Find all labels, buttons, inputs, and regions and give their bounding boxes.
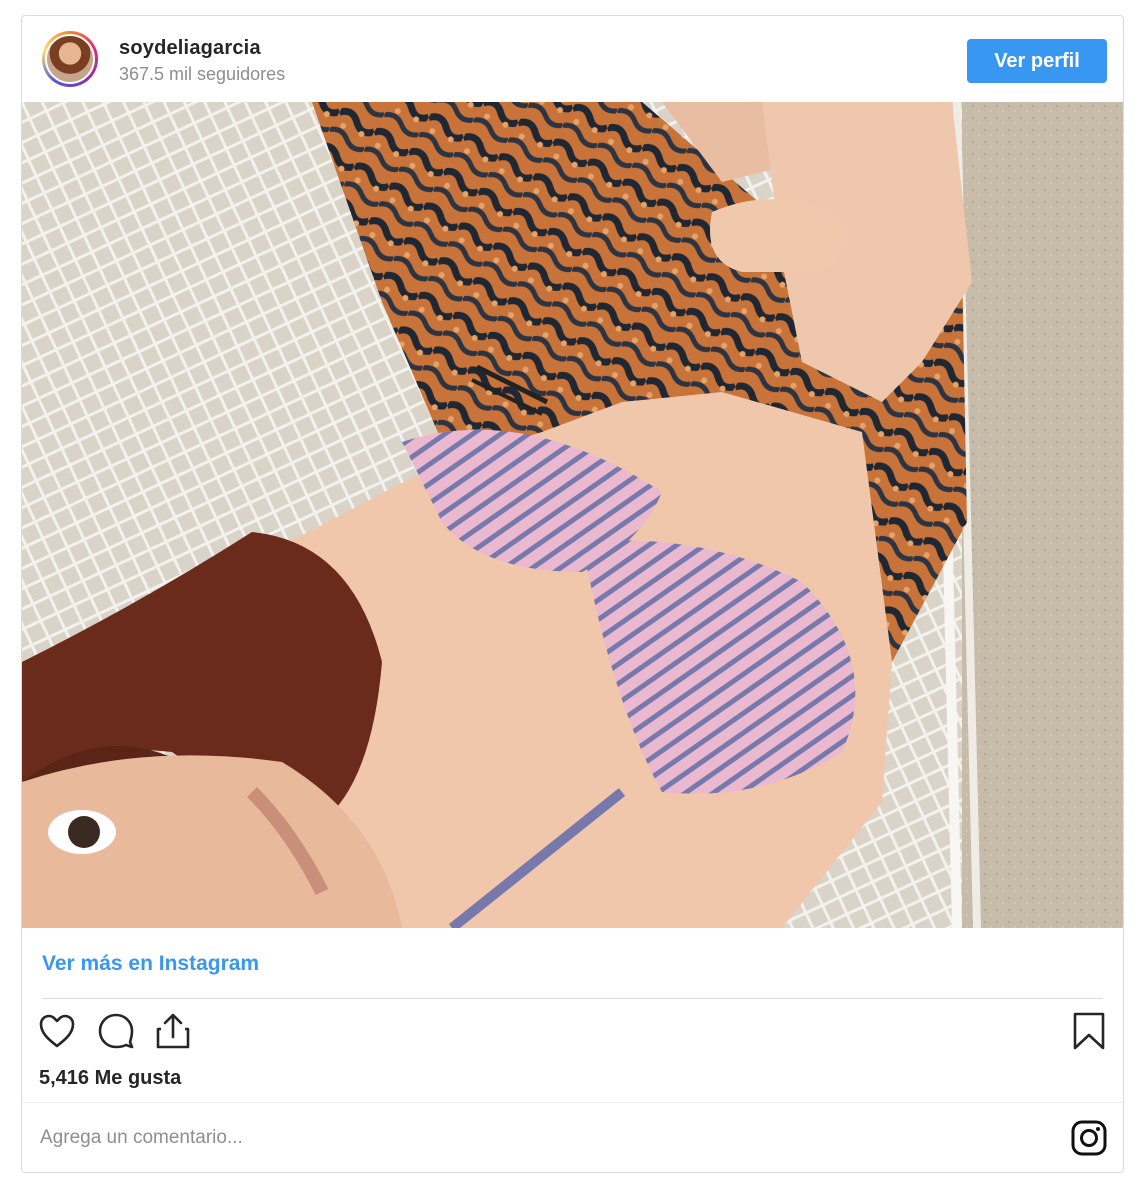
like-button[interactable]	[37, 1011, 77, 1051]
view-more-on-instagram-link[interactable]: Ver más en Instagram	[42, 952, 259, 976]
instagram-icon	[1071, 1120, 1107, 1156]
post-header: soydeliagarcia 367.5 mil seguidores Ver …	[22, 16, 1123, 102]
comment-button[interactable]	[96, 1011, 136, 1051]
heart-icon	[39, 1014, 75, 1048]
post-photo-image	[22, 102, 1123, 928]
divider	[42, 998, 1103, 999]
like-count: 5,416 Me gusta	[39, 1067, 182, 1089]
comment-input[interactable]	[38, 1116, 1022, 1160]
instagram-logo-button[interactable]	[1069, 1118, 1109, 1158]
share-button[interactable]	[153, 1011, 193, 1051]
view-profile-button[interactable]: Ver perfil	[967, 39, 1107, 83]
post-photo[interactable]	[22, 102, 1123, 928]
username[interactable]: soydeliagarcia	[119, 37, 261, 60]
share-icon	[156, 1013, 190, 1049]
avatar[interactable]	[42, 31, 98, 87]
instagram-embed: soydeliagarcia 367.5 mil seguidores Ver …	[21, 15, 1124, 1173]
bookmark-icon	[1073, 1012, 1105, 1050]
comment-icon	[98, 1013, 134, 1049]
avatar-image	[45, 34, 95, 84]
divider	[22, 1102, 1123, 1103]
save-button[interactable]	[1069, 1011, 1109, 1051]
follower-count: 367.5 mil seguidores	[119, 64, 286, 84]
